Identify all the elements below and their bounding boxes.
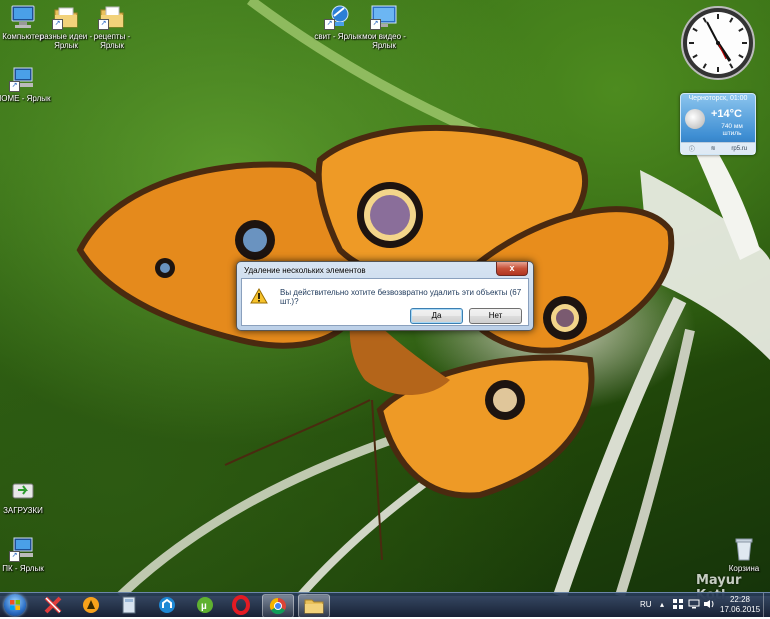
monitor-icon: ↗ — [370, 4, 398, 30]
shortcut-arrow-icon: ↗ — [9, 551, 20, 562]
shortcut-arrow-icon: ↗ — [9, 81, 20, 92]
clock-display[interactable]: 22:28 17.06.2015 — [720, 595, 760, 615]
solitaire-icon[interactable] — [38, 594, 68, 616]
downloads-icon — [9, 478, 37, 504]
close-button[interactable]: x — [496, 262, 528, 276]
dialog-body: Вы действительно хотите безвозвратно уда… — [241, 278, 529, 326]
recycle-bin-icon — [730, 536, 758, 562]
warning-icon — [250, 287, 268, 304]
shortcut-arrow-icon: ↗ — [324, 19, 335, 30]
moon-icon — [685, 109, 705, 129]
delete-confirm-dialog: Удаление нескольких элементов x Вы дейст… — [236, 261, 534, 331]
taskbar: µ RU ▴ 22:28 17.06.2015 — [0, 592, 770, 618]
no-button[interactable]: Нет — [469, 308, 522, 324]
tracker-icon[interactable] — [152, 594, 182, 616]
action-center-icon[interactable] — [673, 599, 683, 611]
volume-icon[interactable] — [703, 599, 715, 611]
svg-text:µ: µ — [201, 601, 207, 612]
desktop-icon-label: ЗАГРУЗКИ — [3, 506, 43, 515]
desktop-icon-downloads[interactable]: ЗАГРУЗКИ — [0, 478, 54, 515]
desktop-icon-home[interactable]: ↗ HOME - Ярлык — [0, 66, 54, 103]
aimp-icon[interactable] — [76, 594, 106, 616]
desktop-icon-recipes[interactable]: ↗ рецепты - Ярлык — [81, 4, 143, 50]
show-desktop-button[interactable] — [763, 593, 770, 617]
calculator-icon[interactable] — [114, 594, 144, 616]
computer-icon — [9, 4, 37, 30]
weather-city-time: Черноторск, 01:00 — [688, 95, 748, 102]
info-icon[interactable]: ⓘ — [689, 144, 695, 153]
language-indicator[interactable]: RU — [640, 600, 652, 609]
clock-date: 17.06.2015 — [720, 605, 761, 614]
pc-icon: ↗ — [9, 536, 37, 562]
dialog-message: Вы действительно хотите безвозвратно уда… — [280, 288, 522, 306]
shortcut-arrow-icon: ↗ — [98, 19, 109, 30]
shortcut-arrow-icon: ↗ — [370, 19, 381, 30]
clock-gadget[interactable] — [680, 5, 756, 81]
weather-source[interactable]: rp5.ru — [731, 146, 747, 152]
desktop-icon-label: Корзина — [728, 564, 760, 573]
start-button[interactable] — [4, 594, 26, 616]
weather-details: 740 мм штиль — [714, 123, 750, 137]
network-computer-icon: ↗ — [9, 66, 37, 92]
document-icon: ↗ — [98, 4, 126, 30]
desktop-icon-my-videos[interactable]: ↗ мои видео - Ярлык — [353, 4, 415, 50]
desktop-icon-label: HOME - Ярлык — [0, 94, 51, 103]
chrome-icon[interactable] — [262, 594, 294, 618]
globe-icon: ↗ — [324, 4, 352, 30]
weather-toolbar: ⓘ ≋ rp5.ru — [681, 142, 755, 154]
desktop-icon-label: мои видео - Ярлык — [362, 32, 406, 50]
weather-pressure: 740 мм — [721, 123, 743, 130]
explorer-icon[interactable] — [298, 594, 330, 618]
opera-icon[interactable] — [226, 594, 256, 616]
dialog-title: Удаление нескольких элементов — [244, 266, 366, 275]
network-icon[interactable] — [688, 599, 700, 611]
folder-icon: ↗ — [52, 4, 80, 30]
utorrent-icon[interactable]: µ — [190, 594, 220, 616]
clock-time: 22:28 — [729, 595, 751, 604]
wind-icon[interactable]: ≋ — [711, 145, 716, 152]
yes-button[interactable]: Да — [410, 308, 463, 324]
desktop-icon-recycle-bin[interactable]: Корзина — [713, 536, 770, 573]
show-hidden-icons-icon[interactable]: ▴ — [660, 600, 664, 609]
desktop-icon-label: ПК - Ярлык — [2, 564, 44, 573]
desktop-icon-label: рецепты - Ярлык — [93, 32, 131, 50]
desktop-icon-pc[interactable]: ↗ ПК - Ярлык — [0, 536, 54, 573]
weather-wind: штиль — [722, 130, 742, 137]
weather-temperature: +14°C — [711, 108, 743, 120]
windows-logo-icon — [10, 600, 20, 610]
shortcut-arrow-icon: ↗ — [52, 19, 63, 30]
weather-gadget[interactable]: Черноторск, 01:00 +14°C 740 мм штиль ⓘ ≋… — [680, 93, 756, 155]
